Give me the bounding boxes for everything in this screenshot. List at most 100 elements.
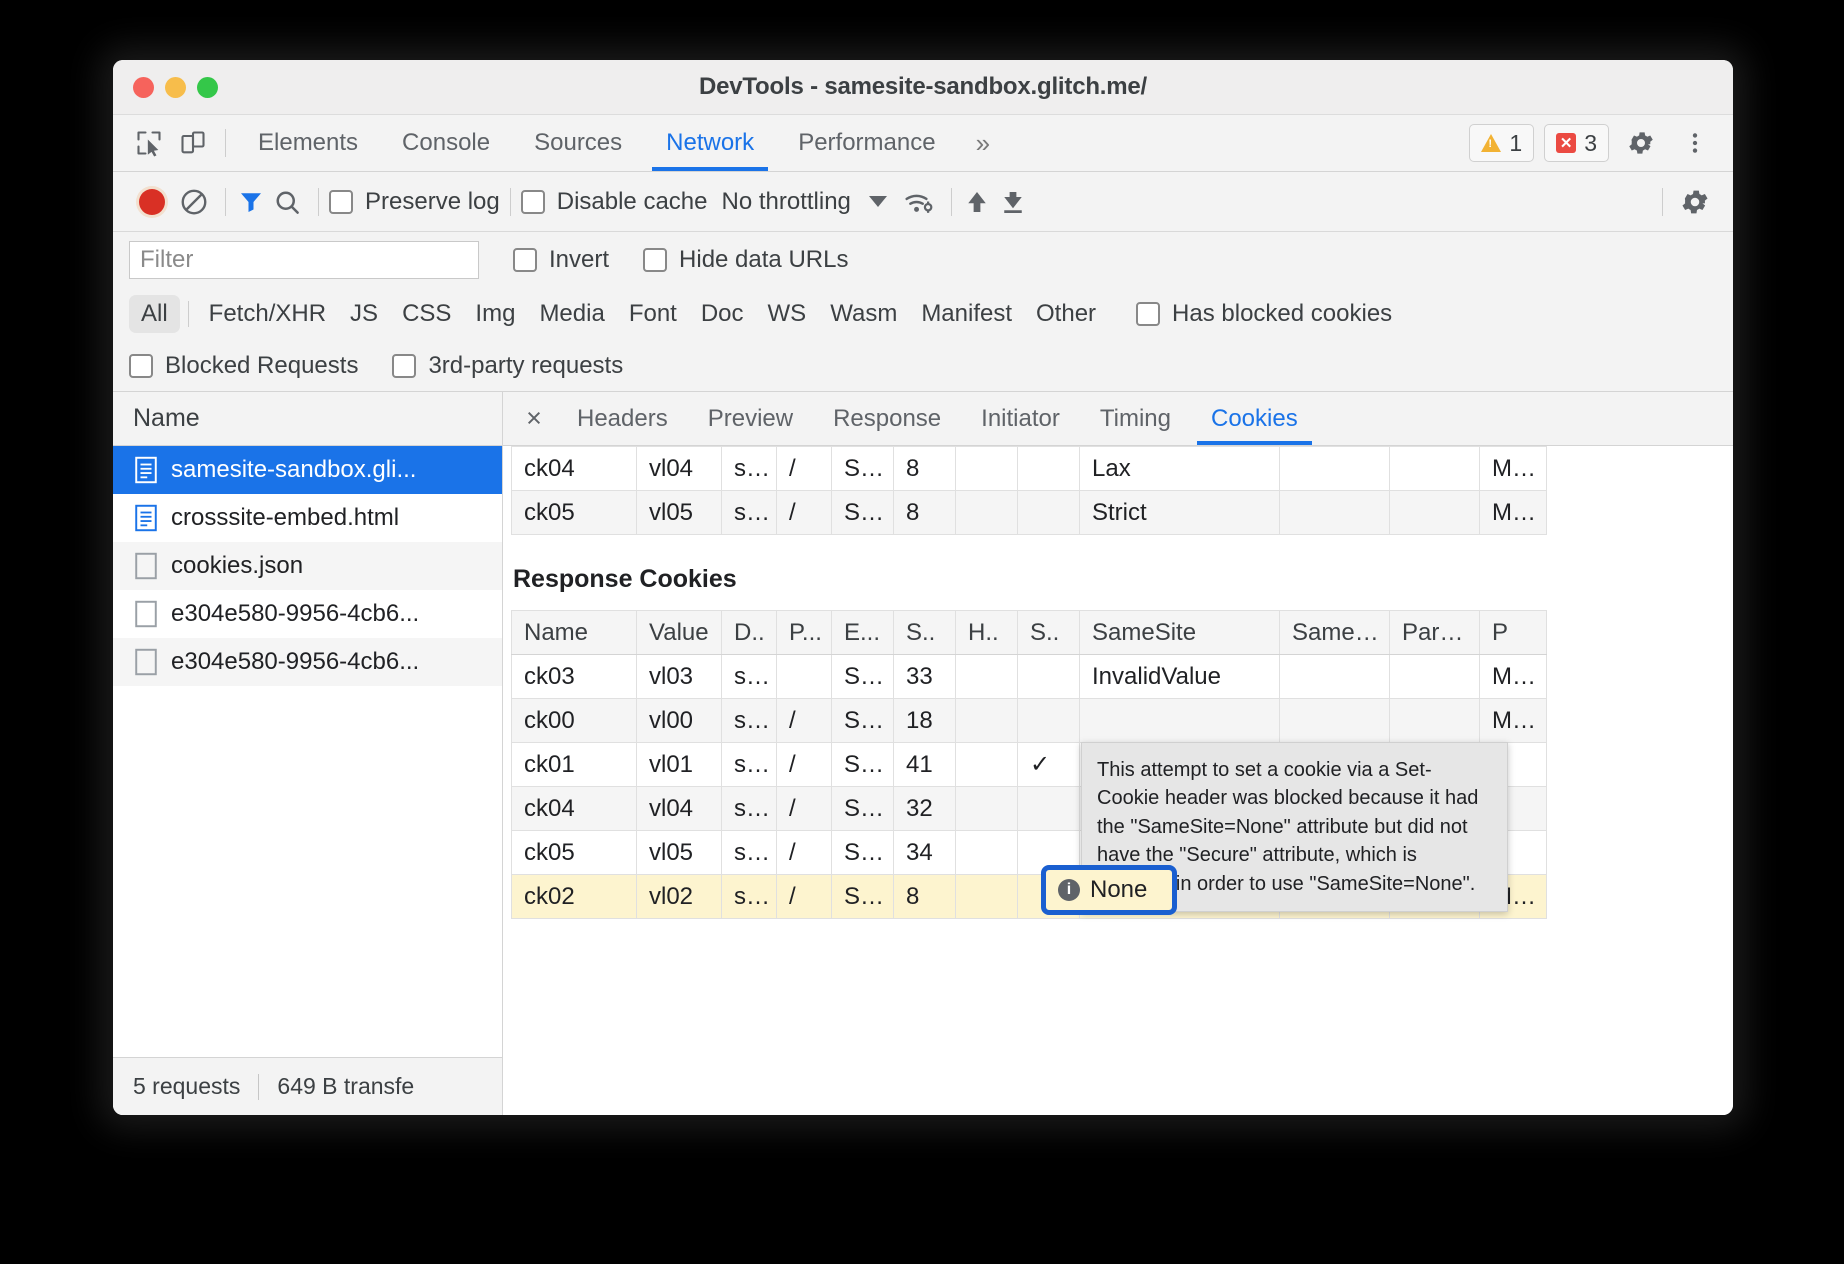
tab-console[interactable]: Console [380, 115, 512, 171]
type-filter-manifest[interactable]: Manifest [909, 295, 1024, 333]
cell-value: vl04 [637, 787, 722, 831]
checkbox-box [513, 248, 537, 272]
tab-cookies[interactable]: Cookies [1191, 392, 1318, 445]
blocked-requests-checkbox[interactable]: Blocked Requests [129, 352, 358, 380]
chevron-down-icon [869, 196, 887, 207]
table-row[interactable]: ck00 vl00 s… / S… 18 [512, 699, 1547, 743]
col-partition[interactable]: Par… [1390, 611, 1480, 655]
type-filter-media[interactable]: Media [527, 295, 616, 333]
request-cookies-table: ck04 vl04 s… / S… 8 Lax [511, 446, 1547, 535]
col-name[interactable]: Name [512, 611, 637, 655]
tab-sources[interactable]: Sources [512, 115, 644, 171]
col-domain[interactable]: D.. [722, 611, 777, 655]
cell-expires: S… [832, 831, 894, 875]
settings-gear-icon[interactable] [1619, 121, 1663, 165]
more-options-icon[interactable] [1673, 121, 1717, 165]
filter-funnel-icon[interactable] [236, 187, 266, 217]
request-row-e304e580-b[interactable]: e304e580-9956-4cb6... [113, 638, 502, 686]
search-icon[interactable] [272, 187, 302, 217]
cell-value: vl05 [637, 831, 722, 875]
hide-data-urls-checkbox[interactable]: Hide data URLs [643, 246, 848, 274]
info-icon: i [1058, 879, 1080, 901]
type-filter-css[interactable]: CSS [390, 295, 463, 333]
type-filter-img[interactable]: Img [463, 295, 527, 333]
cell-value: vl00 [637, 699, 722, 743]
checkbox-box [521, 190, 545, 214]
type-filter-font[interactable]: Font [617, 295, 689, 333]
preserve-log-checkbox[interactable]: Preserve log [329, 188, 500, 216]
hide-data-urls-label: Hide data URLs [679, 246, 848, 274]
type-filter-wasm[interactable]: Wasm [818, 295, 909, 333]
warning-count-badge[interactable]: 1 [1469, 124, 1534, 162]
invert-checkbox[interactable]: Invert [513, 246, 609, 274]
request-row-cookies-json[interactable]: cookies.json [113, 542, 502, 590]
cell-httponly [956, 447, 1018, 491]
col-value[interactable]: Value [637, 611, 722, 655]
record-button[interactable] [139, 189, 165, 215]
type-filter-fetch-xhr[interactable]: Fetch/XHR [197, 295, 338, 333]
device-toolbar-icon[interactable] [171, 121, 215, 165]
cell-value: vl02 [637, 875, 722, 919]
request-row-crosssite-embed[interactable]: crosssite-embed.html [113, 494, 502, 542]
close-icon[interactable]: × [511, 392, 557, 445]
tab-initiator[interactable]: Initiator [961, 392, 1080, 445]
more-tabs-icon[interactable]: » [958, 128, 1008, 159]
cell-httponly [956, 875, 1018, 919]
col-size[interactable]: S.. [894, 611, 956, 655]
request-row-samesite-sandbox[interactable]: samesite-sandbox.gli... [113, 446, 502, 494]
third-party-requests-checkbox[interactable]: 3rd-party requests [392, 352, 623, 380]
type-filter-ws[interactable]: WS [756, 295, 819, 333]
export-har-icon[interactable] [998, 187, 1028, 217]
samesite-none-cell[interactable]: i None [1041, 865, 1177, 915]
request-row-e304e580-a[interactable]: e304e580-9956-4cb6... [113, 590, 502, 638]
has-blocked-cookies-checkbox[interactable]: Has blocked cookies [1136, 300, 1392, 328]
col-priority[interactable]: P [1480, 611, 1547, 655]
table-row[interactable]: ck03 vl03 s… S… 33 InvalidValue [512, 655, 1547, 699]
cell-size: 34 [894, 831, 956, 875]
network-conditions-icon[interactable] [903, 187, 935, 217]
cell-expires: S… [832, 655, 894, 699]
tab-network[interactable]: Network [644, 115, 776, 171]
type-filter-other[interactable]: Other [1024, 295, 1108, 333]
disable-cache-checkbox[interactable]: Disable cache [521, 188, 708, 216]
tab-elements[interactable]: Elements [236, 115, 380, 171]
tab-timing[interactable]: Timing [1080, 392, 1191, 445]
cell-httponly [956, 491, 1018, 535]
import-har-icon[interactable] [962, 187, 992, 217]
response-cookies-title: Response Cookies [513, 565, 1733, 594]
tab-response[interactable]: Response [813, 392, 961, 445]
throttling-select[interactable]: No throttling [721, 188, 886, 216]
col-secure[interactable]: S.. [1018, 611, 1080, 655]
type-filter-all[interactable]: All [129, 295, 180, 333]
cell-name: ck04 [512, 787, 637, 831]
cell-samesite: InvalidValue [1080, 655, 1280, 699]
error-count-badge[interactable]: ✕ 3 [1544, 124, 1609, 162]
requests-list: samesite-sandbox.gli... [113, 446, 502, 1057]
clear-icon[interactable] [179, 187, 209, 217]
table-row[interactable]: ck04 vl04 s… / S… 8 Lax [512, 447, 1547, 491]
tab-preview[interactable]: Preview [688, 392, 813, 445]
col-sameparty[interactable]: Same… [1280, 611, 1390, 655]
col-samesite[interactable]: SameSite [1080, 611, 1280, 655]
requests-column-header[interactable]: Name [113, 392, 502, 446]
panel-tabs: Elements Console Sources Network Perform… [236, 115, 1008, 171]
tab-headers[interactable]: Headers [557, 392, 688, 445]
tab-performance[interactable]: Performance [776, 115, 957, 171]
col-expires[interactable]: E... [832, 611, 894, 655]
cell-size: 8 [894, 491, 956, 535]
type-filter-js[interactable]: JS [338, 295, 390, 333]
warning-count-label: 1 [1509, 130, 1522, 157]
title-bar: DevTools - samesite-sandbox.glitch.me/ [113, 60, 1733, 115]
cell-httponly [956, 743, 1018, 787]
inspect-element-icon[interactable] [127, 121, 171, 165]
cell-path: / [777, 875, 832, 919]
col-path[interactable]: P... [777, 611, 832, 655]
filter-input[interactable]: Filter [129, 241, 479, 279]
cell-partition [1390, 491, 1480, 535]
checkbox-box [329, 190, 353, 214]
network-settings-gear-icon[interactable] [1673, 180, 1717, 224]
request-detail-pane: × Headers Preview Response Initiator Tim… [503, 392, 1733, 1115]
table-row[interactable]: ck05 vl05 s… / S… 8 Strict [512, 491, 1547, 535]
type-filter-doc[interactable]: Doc [689, 295, 756, 333]
col-httponly[interactable]: H.. [956, 611, 1018, 655]
